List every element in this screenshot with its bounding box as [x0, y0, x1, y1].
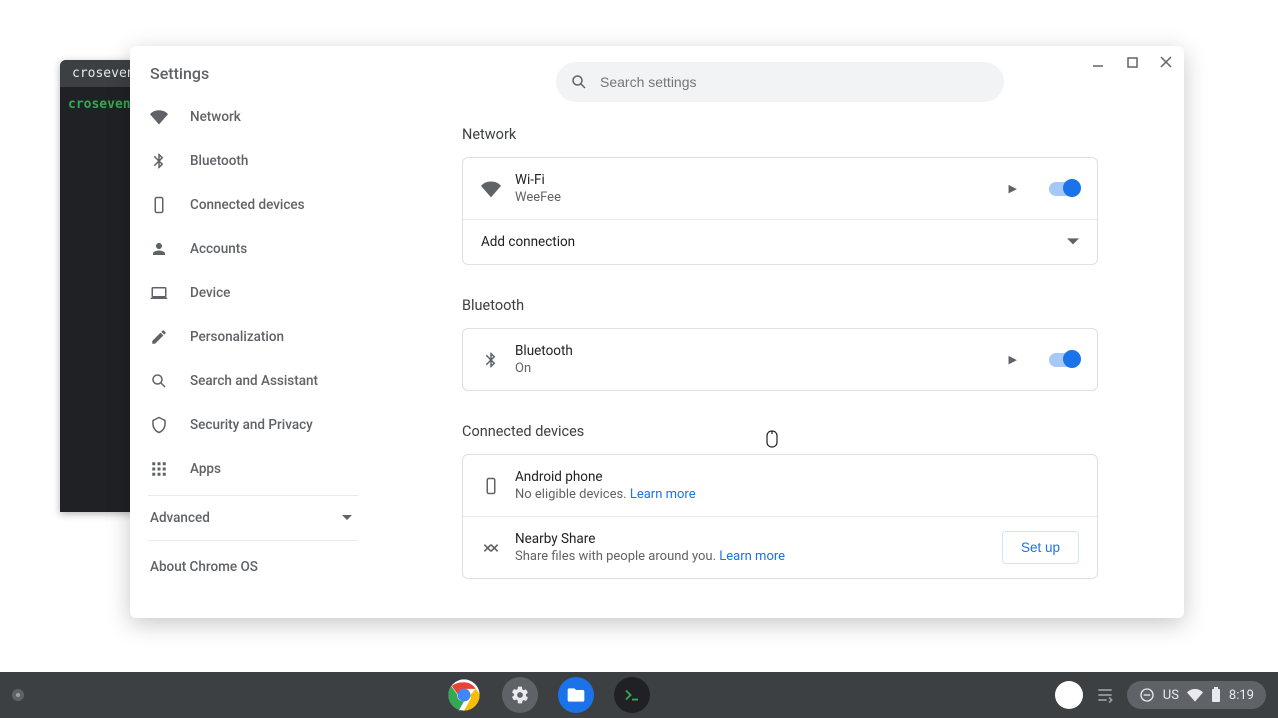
sidebar-item-label: Connected devices [190, 197, 305, 213]
wifi-network-name: WeeFee [515, 190, 991, 205]
setup-button[interactable]: Set up [1002, 531, 1079, 564]
add-connection-row[interactable]: Add connection [463, 219, 1097, 264]
window-controls [1088, 52, 1176, 72]
android-phone-row[interactable]: Android phone No eligible devices. Learn… [463, 455, 1097, 516]
sidebar-item-label: Search and Assistant [190, 373, 318, 389]
files-app-icon[interactable] [558, 677, 594, 713]
bluetooth-status: On [515, 361, 991, 376]
minimize-button[interactable] [1088, 52, 1108, 72]
pencil-icon [150, 328, 168, 346]
sidebar-item-search-assistant[interactable]: Search and Assistant [130, 359, 376, 403]
settings-window: Settings Network Bluetooth Connected dev… [130, 46, 1184, 618]
about-label: About Chrome OS [150, 559, 258, 575]
sidebar-advanced[interactable]: Advanced [130, 500, 376, 536]
sidebar-about[interactable]: About Chrome OS [130, 545, 376, 575]
network-card: Wi-Fi WeeFee ▶ Add connection [462, 157, 1098, 265]
sidebar-item-label: Apps [190, 461, 221, 477]
learn-more-link[interactable]: Learn more [630, 487, 696, 502]
divider [148, 495, 358, 496]
ime-label: US [1163, 688, 1179, 703]
maximize-button[interactable] [1122, 52, 1142, 72]
chrome-app-icon[interactable] [446, 677, 482, 713]
android-phone-sub: No eligible devices. Learn more [515, 487, 1079, 502]
sidebar-item-apps[interactable]: Apps [130, 447, 376, 491]
chevron-down-icon [342, 513, 352, 523]
sidebar: Settings Network Bluetooth Connected dev… [130, 46, 376, 618]
bluetooth-row[interactable]: Bluetooth On ▶ [463, 329, 1097, 390]
bluetooth-icon [150, 152, 168, 170]
apps-grid-icon [150, 460, 168, 478]
bluetooth-toggle[interactable] [1049, 353, 1079, 367]
settings-app-icon[interactable] [502, 677, 538, 713]
sidebar-item-personalization[interactable]: Personalization [130, 315, 376, 359]
sidebar-item-bluetooth[interactable]: Bluetooth [130, 139, 376, 183]
nearby-share-icon [481, 538, 501, 558]
sidebar-item-label: Device [190, 285, 230, 301]
search-icon [570, 73, 588, 91]
chevron-right-icon[interactable]: ▶ [1009, 353, 1017, 366]
main-content: Network Wi-Fi WeeFee ▶ Add connection [376, 46, 1184, 618]
shield-icon [150, 416, 168, 434]
chevron-down-icon [1067, 236, 1079, 248]
sidebar-item-security-privacy[interactable]: Security and Privacy [130, 403, 376, 447]
android-phone-label: Android phone [515, 469, 1079, 485]
wifi-icon [150, 108, 168, 126]
sidebar-item-label: Bluetooth [190, 153, 248, 169]
terminal-app-icon[interactable] [614, 677, 650, 713]
wifi-icon [481, 179, 501, 199]
close-button[interactable] [1156, 52, 1176, 72]
divider [148, 540, 358, 541]
sidebar-item-device[interactable]: Device [130, 271, 376, 315]
wifi-toggle[interactable] [1049, 182, 1079, 196]
search-input[interactable] [600, 74, 990, 90]
bluetooth-icon [481, 351, 501, 369]
phone-icon [481, 477, 501, 495]
page-title: Settings [130, 64, 376, 95]
status-tray[interactable]: US 8:19 [1127, 681, 1266, 709]
wifi-label: Wi-Fi [515, 172, 991, 188]
learn-more-link[interactable]: Learn more [719, 549, 785, 564]
sidebar-item-label: Security and Privacy [190, 417, 313, 433]
sidebar-item-connected-devices[interactable]: Connected devices [130, 183, 376, 227]
nearby-share-sub: Share files with people around you. Lear… [515, 549, 988, 564]
launcher-button[interactable] [12, 689, 24, 701]
add-connection-label: Add connection [481, 234, 1053, 250]
laptop-icon [150, 284, 168, 302]
clock: 8:19 [1229, 688, 1254, 703]
phone-icon [150, 196, 168, 214]
wifi-status-icon [1187, 687, 1203, 703]
nearby-share-label: Nearby Share [515, 531, 988, 547]
notification-icon [1139, 687, 1155, 703]
tote-icon[interactable] [1095, 685, 1115, 705]
shelf: US 8:19 [0, 672, 1278, 718]
search-icon [150, 372, 168, 390]
wifi-row[interactable]: Wi-Fi WeeFee ▶ [463, 158, 1097, 219]
sidebar-item-accounts[interactable]: Accounts [130, 227, 376, 271]
sidebar-item-label: Network [190, 109, 241, 125]
sidebar-item-network[interactable]: Network [130, 95, 376, 139]
nearby-share-row[interactable]: Nearby Share Share files with people aro… [463, 516, 1097, 578]
sidebar-item-label: Personalization [190, 329, 284, 345]
chevron-right-icon[interactable]: ▶ [1009, 182, 1017, 195]
avatar[interactable] [1055, 681, 1083, 709]
sidebar-item-label: Accounts [190, 241, 247, 257]
bluetooth-card: Bluetooth On ▶ [462, 328, 1098, 391]
connected-devices-card: Android phone No eligible devices. Learn… [462, 454, 1098, 579]
section-title-bluetooth: Bluetooth [462, 297, 1098, 314]
section-title-connected: Connected devices [462, 423, 1098, 440]
search-bar[interactable] [556, 62, 1004, 102]
section-title-network: Network [462, 126, 1098, 143]
bluetooth-label: Bluetooth [515, 343, 991, 359]
person-icon [150, 240, 168, 258]
battery-icon [1211, 687, 1221, 703]
advanced-label: Advanced [150, 510, 210, 526]
